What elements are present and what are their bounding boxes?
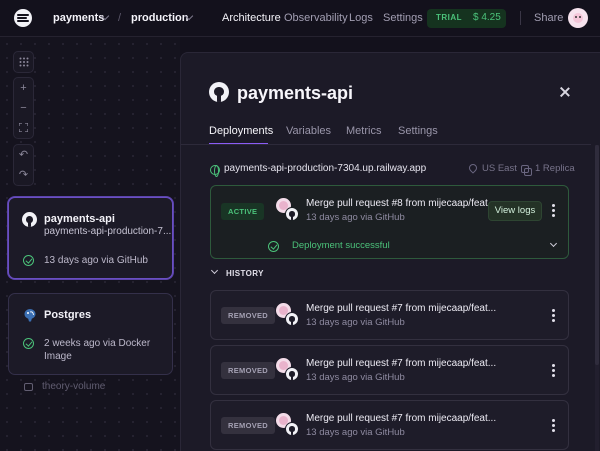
zoom-in-icon[interactable]: + bbox=[14, 78, 33, 98]
deployment-subtitle: 13 days ago via GitHub bbox=[306, 317, 405, 328]
architecture-canvas[interactable]: + − ↶ ↷ payments-api payments-api-produc… bbox=[0, 37, 180, 451]
github-icon bbox=[285, 367, 299, 381]
region: US East bbox=[482, 163, 517, 174]
undo-icon[interactable]: ↶ bbox=[14, 145, 33, 165]
service-status-continued: Image bbox=[44, 351, 72, 362]
service-panel: payments-api Deployments Variables Metri… bbox=[180, 52, 600, 451]
trial-amount: $ 4.25 bbox=[473, 12, 501, 23]
user-avatar[interactable] bbox=[568, 8, 588, 28]
trial-label: TRIAL bbox=[436, 13, 463, 22]
tab-deployments[interactable]: Deployments bbox=[209, 125, 273, 137]
check-circle-icon bbox=[23, 338, 34, 349]
deployment-title: Merge pull request #7 from mijecaap/feat… bbox=[306, 358, 497, 369]
close-icon[interactable] bbox=[559, 87, 570, 98]
breadcrumb-separator: / bbox=[118, 12, 122, 24]
more-options-icon[interactable] bbox=[551, 364, 555, 378]
history-heading[interactable]: HISTORY bbox=[226, 269, 264, 278]
github-icon bbox=[285, 207, 299, 221]
check-circle-icon bbox=[268, 241, 279, 252]
tab-metrics[interactable]: Metrics bbox=[346, 125, 381, 137]
deployment-title: Merge pull request #7 from mijecaap/feat… bbox=[306, 413, 497, 424]
tab-settings[interactable]: Settings bbox=[398, 125, 438, 137]
service-card-payments-api[interactable]: payments-api payments-api-production-7..… bbox=[8, 197, 173, 279]
more-options-icon[interactable] bbox=[551, 419, 555, 433]
project-name[interactable]: payments bbox=[53, 12, 104, 25]
grid-icon[interactable] bbox=[14, 52, 33, 72]
view-logs-button[interactable]: View logs bbox=[488, 201, 542, 221]
check-circle-icon bbox=[23, 255, 34, 266]
service-status: 13 days ago via GitHub bbox=[44, 255, 148, 266]
deployment-avatars bbox=[276, 198, 300, 222]
history-collapse-chevron-icon[interactable] bbox=[210, 266, 219, 275]
deployment-avatars bbox=[276, 303, 300, 327]
status-badge: REMOVED bbox=[221, 307, 276, 324]
tab-divider bbox=[181, 144, 591, 145]
divider bbox=[520, 11, 521, 25]
nav-observability[interactable]: Observability bbox=[284, 12, 348, 25]
history-toolbar: ↶ ↷ bbox=[13, 144, 34, 186]
replica-icon bbox=[521, 165, 532, 176]
environment-name[interactable]: production bbox=[131, 12, 188, 25]
tab-variables[interactable]: Variables bbox=[286, 125, 331, 137]
deployment-subtitle: 13 days ago via GitHub bbox=[306, 212, 405, 223]
service-name: payments-api bbox=[44, 213, 115, 225]
fit-view-icon[interactable] bbox=[14, 118, 33, 138]
deployment-title: Merge pull request #7 from mijecaap/feat… bbox=[306, 303, 497, 314]
zoom-toolbar: + − bbox=[13, 77, 34, 139]
active-deployment-card[interactable]: ACTIVE Merge pull request #8 from mijeca… bbox=[210, 185, 569, 259]
github-icon bbox=[209, 82, 229, 102]
zoom-out-icon[interactable]: − bbox=[14, 98, 33, 118]
deployment-status: Deployment successful bbox=[292, 240, 390, 251]
deployment-subtitle: 13 days ago via GitHub bbox=[306, 372, 405, 383]
github-icon bbox=[285, 422, 299, 436]
nav-architecture[interactable]: Architecture bbox=[222, 12, 281, 25]
history-deployment-card[interactable]: REMOVED Merge pull request #7 from mijec… bbox=[210, 345, 569, 395]
redo-icon[interactable]: ↷ bbox=[14, 165, 33, 185]
globe-icon bbox=[210, 165, 220, 177]
service-status: 2 weeks ago via Docker bbox=[44, 338, 151, 349]
volume-name[interactable]: theory-volume bbox=[42, 381, 105, 392]
more-options-icon[interactable] bbox=[551, 204, 555, 218]
railway-logo-icon[interactable] bbox=[14, 9, 32, 27]
more-options-icon[interactable] bbox=[551, 309, 555, 323]
service-domain-link[interactable]: payments-api-production-7304.up.railway.… bbox=[224, 163, 426, 174]
canvas-grid-toolbar bbox=[13, 51, 34, 73]
service-url: payments-api-production-7... bbox=[44, 226, 172, 237]
volume-icon bbox=[24, 383, 33, 391]
history-deployment-card[interactable]: REMOVED Merge pull request #7 from mijec… bbox=[210, 400, 569, 450]
history-deployment-card[interactable]: REMOVED Merge pull request #7 from mijec… bbox=[210, 290, 569, 340]
deployment-subtitle: 13 days ago via GitHub bbox=[306, 427, 405, 438]
location-pin-icon bbox=[467, 162, 479, 174]
deployment-title: Merge pull request #8 from mijecaap/feat… bbox=[306, 198, 497, 209]
deployment-avatars bbox=[276, 413, 300, 437]
service-name: Postgres bbox=[44, 309, 92, 321]
github-icon bbox=[285, 312, 299, 326]
nav-logs[interactable]: Logs bbox=[349, 12, 373, 25]
nav-settings[interactable]: Settings bbox=[383, 12, 423, 25]
top-bar: payments / production Architecture Obser… bbox=[0, 0, 600, 37]
status-badge: REMOVED bbox=[221, 362, 276, 379]
replica-count: 1 Replica bbox=[535, 163, 575, 174]
service-card-postgres[interactable]: Postgres 2 weeks ago via Docker Image bbox=[8, 293, 173, 375]
status-badge: ACTIVE bbox=[221, 203, 265, 220]
github-icon bbox=[22, 212, 37, 227]
chevron-down-icon[interactable] bbox=[549, 239, 558, 248]
trial-badge[interactable]: TRIAL $ 4.25 bbox=[427, 9, 506, 28]
deployment-avatars bbox=[276, 358, 300, 382]
status-badge: REMOVED bbox=[221, 417, 276, 434]
scrollbar-thumb[interactable] bbox=[595, 145, 599, 365]
panel-title: payments-api bbox=[237, 83, 354, 103]
share-button[interactable]: Share bbox=[534, 12, 563, 25]
postgres-elephant-icon bbox=[24, 309, 36, 322]
